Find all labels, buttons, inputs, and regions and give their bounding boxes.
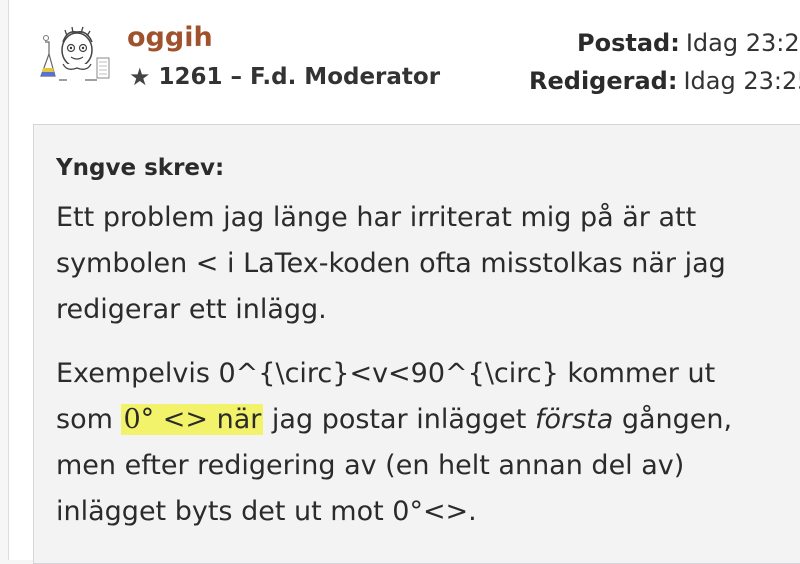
quote-mid: jag postar inlägget bbox=[263, 404, 535, 435]
quote-som: som bbox=[56, 404, 122, 435]
edited-label: Redigerad: bbox=[529, 67, 678, 95]
user-stats: ★ 1261 – F.d. Moderator bbox=[129, 64, 440, 90]
avatar-cartoon-icon bbox=[40, 26, 110, 81]
post-meta: Postad: Idag 23:23 Redigerad: Idag 23:25 bbox=[529, 24, 800, 100]
quote-block: Yngve skrev: Ett problem jag länge har i… bbox=[33, 124, 800, 564]
edited-time: Idag 23:25 bbox=[683, 67, 800, 95]
quote-line-1: Exempelvis 0^{\circ}<v<90^{\circ} kommer… bbox=[56, 358, 716, 389]
highlighted-text: 0° <> när bbox=[121, 404, 264, 435]
posted-label: Postad: bbox=[577, 29, 680, 57]
avatar[interactable] bbox=[37, 24, 113, 92]
quote-paragraph-1: Ett problem jag länge har irriterat mig … bbox=[56, 202, 726, 325]
user-separator: – bbox=[230, 64, 243, 90]
username-link[interactable]: oggih bbox=[127, 22, 213, 53]
quote-paragraph-2: Exempelvis 0^{\circ}<v<90^{\circ} kommer… bbox=[56, 351, 796, 535]
rendered-math: 0° <> bbox=[123, 404, 217, 435]
emphasis-forsta: första bbox=[534, 404, 614, 435]
posted-row: Postad: Idag 23:23 bbox=[529, 24, 800, 62]
user-points: 1261 bbox=[158, 64, 223, 90]
posted-time: Idag 23:23 bbox=[685, 29, 800, 57]
quote-author[interactable]: Yngve skrev: bbox=[56, 155, 800, 181]
highlighted-nar: när bbox=[216, 404, 262, 435]
edited-row: Redigerad: Idag 23:25 bbox=[529, 62, 800, 100]
forum-post: oggih ★ 1261 – F.d. Moderator Postad: Id… bbox=[8, 0, 800, 564]
user-role: F.d. Moderator bbox=[250, 64, 441, 90]
star-icon: ★ bbox=[129, 63, 151, 91]
